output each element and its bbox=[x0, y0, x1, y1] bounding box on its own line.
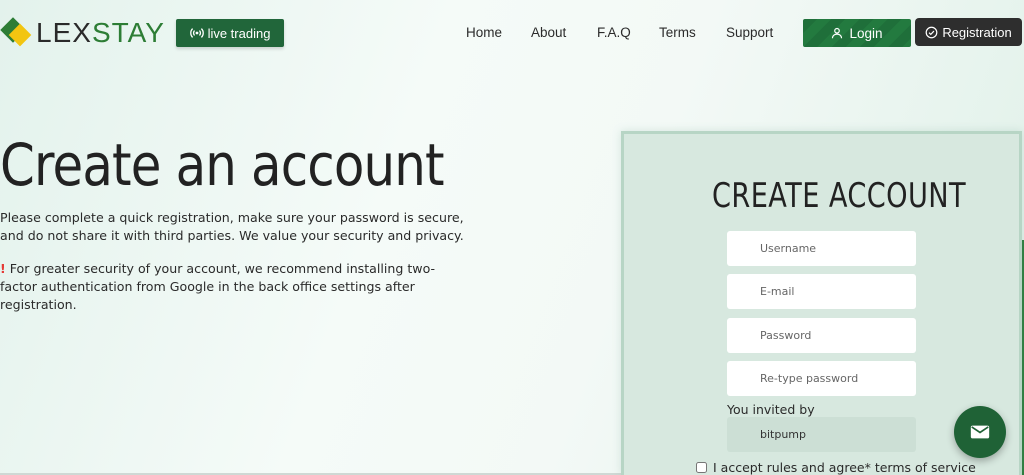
user-icon bbox=[832, 27, 843, 39]
security-note-text: For greater security of your account, we… bbox=[0, 261, 436, 312]
exclamation-icon: ! bbox=[0, 261, 6, 276]
registration-button[interactable]: Registration bbox=[915, 18, 1022, 46]
terms-agreement[interactable]: I accept rules and agree* terms of servi… bbox=[696, 460, 976, 475]
form-title: CREATE ACCOUNT bbox=[712, 176, 967, 216]
invited-by-field bbox=[727, 417, 916, 452]
live-trading-button[interactable]: live trading bbox=[176, 19, 284, 47]
contact-mail-button[interactable] bbox=[954, 406, 1006, 458]
nav-support[interactable]: Support bbox=[726, 25, 773, 40]
login-button[interactable]: Login bbox=[803, 19, 911, 47]
logo-text: LEXSTAY bbox=[36, 17, 165, 49]
nav-about[interactable]: About bbox=[531, 25, 566, 40]
nav-terms[interactable]: Terms bbox=[659, 25, 696, 40]
terms-label: I accept rules and agree* terms of servi… bbox=[713, 460, 976, 475]
check-circle-icon bbox=[925, 26, 938, 38]
logo-text-dark: LEX bbox=[36, 17, 92, 48]
nav-faq[interactable]: F.A.Q bbox=[597, 25, 631, 40]
security-note: ! For greater security of your account, … bbox=[0, 260, 465, 314]
invited-by-label: You invited by bbox=[727, 402, 815, 417]
retype-password-input[interactable] bbox=[727, 361, 916, 396]
password-input[interactable] bbox=[727, 318, 916, 353]
registration-label: Registration bbox=[942, 24, 1012, 40]
page-title: Create an account bbox=[0, 131, 445, 199]
site-logo[interactable]: LEXSTAY bbox=[0, 14, 165, 52]
logo-text-accent: STAY bbox=[91, 17, 165, 48]
username-input[interactable] bbox=[727, 231, 916, 266]
login-label: Login bbox=[849, 25, 883, 41]
logo-mark-icon bbox=[0, 14, 38, 52]
email-input[interactable] bbox=[727, 274, 916, 309]
terms-checkbox[interactable] bbox=[696, 462, 707, 473]
mail-icon bbox=[970, 425, 990, 439]
hero-description: Please complete a quick registration, ma… bbox=[0, 210, 464, 243]
live-trading-label: live trading bbox=[207, 25, 271, 41]
broadcast-icon bbox=[189, 28, 204, 38]
nav-home[interactable]: Home bbox=[466, 25, 502, 40]
